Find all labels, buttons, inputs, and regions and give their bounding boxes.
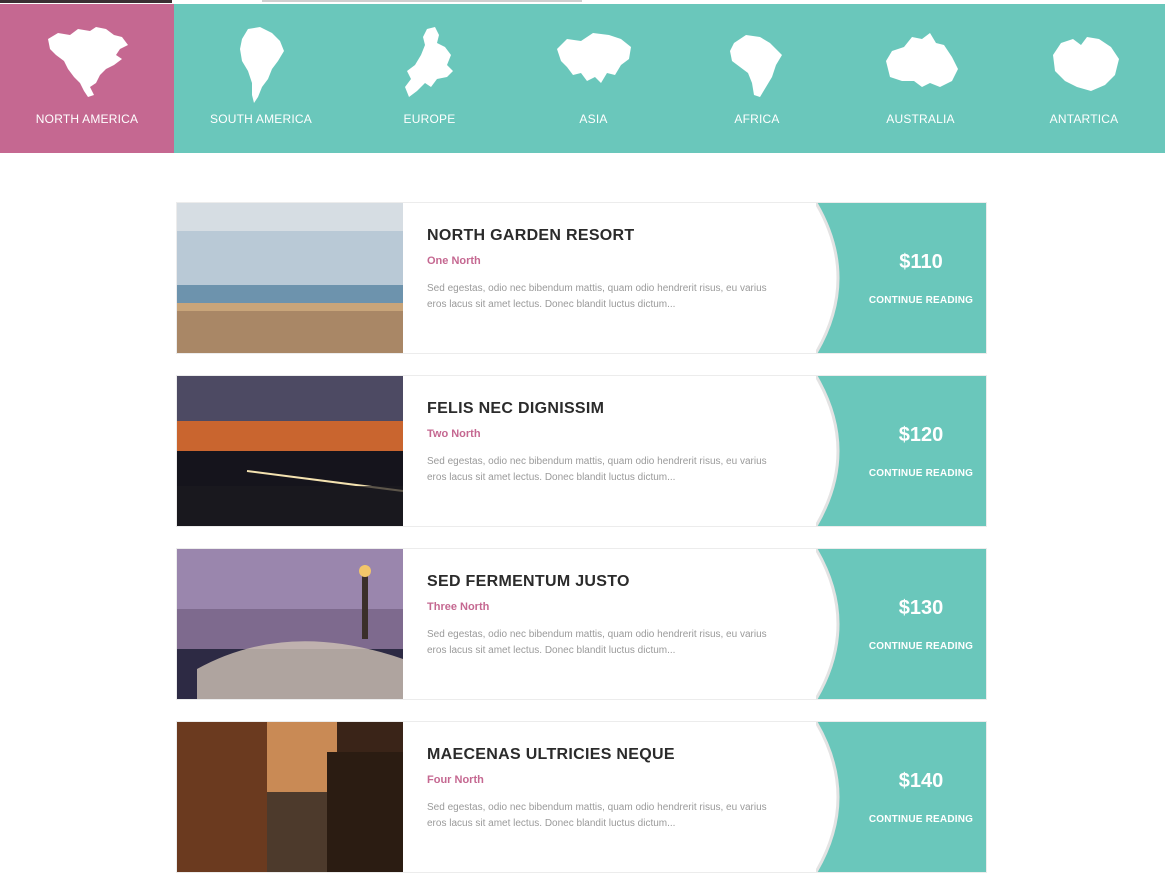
listing-price: $120 <box>898 424 944 446</box>
nav-item-antarctica[interactable]: ANTARTICA <box>1003 4 1165 153</box>
nav-item-south-america[interactable]: SOUTH AMERICA <box>174 4 348 153</box>
listing-card: SED FERMENTUM JUSTO Three North Sed eges… <box>176 548 987 700</box>
nav-label: AFRICA <box>734 112 780 126</box>
beach-photo <box>177 203 403 353</box>
south-america-map-icon <box>216 24 306 106</box>
listing-body: NORTH GARDEN RESORT One North Sed egesta… <box>427 227 787 313</box>
listing-card: FELIS NEC DIGNISSIM Two North Sed egesta… <box>176 375 987 527</box>
price-panel: $110 CONTINUE READING <box>816 203 986 353</box>
listing-location: Three North <box>427 601 490 613</box>
asia-map-icon <box>549 24 639 106</box>
nav-label: EUROPE <box>403 112 456 126</box>
listing-title[interactable]: MAECENAS ULTRICIES NEQUE <box>427 746 787 764</box>
canal-evening-photo <box>177 722 403 872</box>
nav-item-europe[interactable]: EUROPE <box>348 4 511 153</box>
listing-price: $130 <box>898 597 944 619</box>
listing-card: NORTH GARDEN RESORT One North Sed egesta… <box>176 202 987 354</box>
nav-label: AUSTRALIA <box>886 112 955 126</box>
bridge-sunset-photo <box>177 376 403 526</box>
north-america-map-icon <box>42 24 132 106</box>
listing-excerpt: Sed egestas, odio nec bibendum mattis, q… <box>427 629 767 656</box>
listing-card: MAECENAS ULTRICIES NEQUE Four North Sed … <box>176 721 987 873</box>
listing-title[interactable]: FELIS NEC DIGNISSIM <box>427 400 787 418</box>
listing-title[interactable]: NORTH GARDEN RESORT <box>427 227 787 245</box>
listing-body: FELIS NEC DIGNISSIM Two North Sed egesta… <box>427 400 787 486</box>
europe-map-icon <box>385 24 475 106</box>
nav-item-asia[interactable]: ASIA <box>511 4 676 153</box>
nav-item-north-america[interactable]: NORTH AMERICA <box>0 4 174 153</box>
listing-excerpt: Sed egestas, odio nec bibendum mattis, q… <box>427 283 767 310</box>
antarctica-map-icon <box>1039 24 1129 106</box>
africa-map-icon <box>712 24 802 106</box>
continue-reading-link[interactable]: CONTINUE READING <box>856 641 986 652</box>
price-panel: $140 CONTINUE READING <box>816 722 986 872</box>
listing-title[interactable]: SED FERMENTUM JUSTO <box>427 573 787 591</box>
nav-item-australia[interactable]: AUSTRALIA <box>838 4 1003 153</box>
nav-item-africa[interactable]: AFRICA <box>676 4 838 153</box>
listing-price: $110 <box>899 251 943 273</box>
listing-excerpt: Sed egestas, odio nec bibendum mattis, q… <box>427 456 767 483</box>
price-panel: $130 CONTINUE READING <box>816 549 986 699</box>
nav-label: SOUTH AMERICA <box>210 112 312 126</box>
listing-price: $140 <box>898 770 944 792</box>
continent-nav: NORTH AMERICA SOUTH AMERICA EUROPE ASIA … <box>0 4 1165 153</box>
listing-body: MAECENAS ULTRICIES NEQUE Four North Sed … <box>427 746 787 832</box>
price-panel: $120 CONTINUE READING <box>816 376 986 526</box>
top-strip-dark <box>0 0 172 3</box>
nav-label: ANTARTICA <box>1049 112 1119 126</box>
paris-bridge-photo <box>177 549 403 699</box>
listings: NORTH GARDEN RESORT One North Sed egesta… <box>176 202 987 894</box>
top-strip-gray <box>262 0 582 2</box>
listing-excerpt: Sed egestas, odio nec bibendum mattis, q… <box>427 802 767 829</box>
listing-location: Two North <box>427 428 481 440</box>
listing-location: Four North <box>427 774 484 786</box>
australia-map-icon <box>876 24 966 106</box>
nav-label: ASIA <box>579 112 608 126</box>
continue-reading-link[interactable]: CONTINUE READING <box>856 468 986 479</box>
nav-label: NORTH AMERICA <box>35 112 139 126</box>
continue-reading-link[interactable]: CONTINUE READING <box>856 295 986 306</box>
listing-location: One North <box>427 255 481 267</box>
listing-body: SED FERMENTUM JUSTO Three North Sed eges… <box>427 573 787 659</box>
